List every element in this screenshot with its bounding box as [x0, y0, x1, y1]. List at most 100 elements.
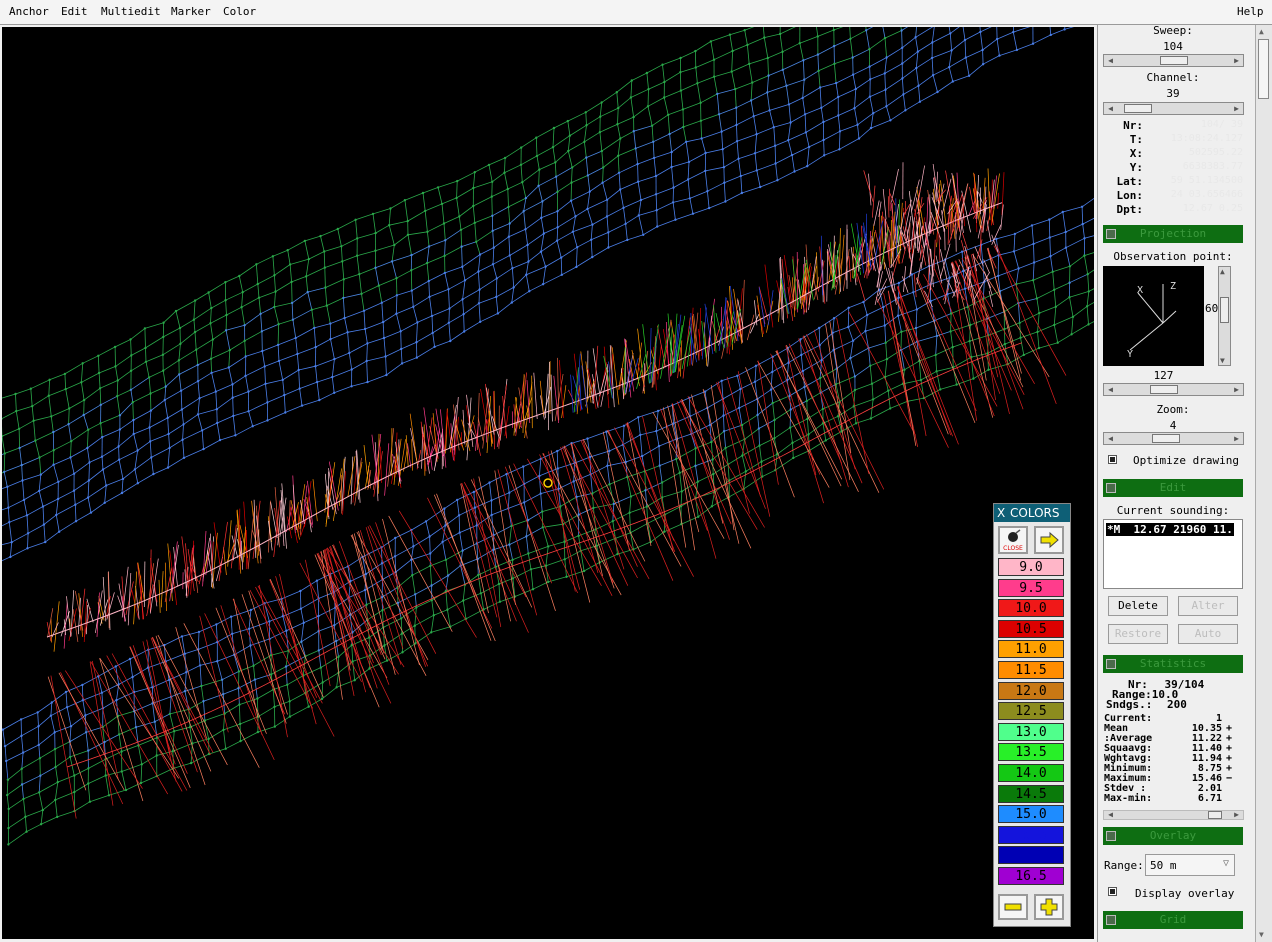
section-toggle-icon[interactable] — [1106, 831, 1116, 841]
color-swatch[interactable]: 14.0 — [998, 764, 1064, 782]
mesh-node — [385, 659, 389, 662]
3d-view-canvas[interactable] — [2, 27, 1094, 939]
color-swatch[interactable]: 10.0 — [998, 599, 1064, 618]
up-arrow-icon[interactable]: ▲ — [1259, 27, 1264, 36]
slider-thumb[interactable] — [1124, 104, 1152, 113]
zoom-label: Zoom: — [1156, 403, 1190, 416]
observation-point-view[interactable]: X Z Y — [1103, 266, 1204, 366]
menu-color[interactable]: Color — [223, 5, 256, 18]
projection-header[interactable]: Projection — [1103, 225, 1243, 243]
overlay-range-select[interactable]: 50 m ▽ — [1145, 854, 1235, 876]
mesh-line — [83, 404, 102, 416]
color-swatch[interactable]: 16.5 — [998, 867, 1064, 885]
slider-thumb[interactable] — [1220, 297, 1229, 323]
azimuth-slider[interactable]: ◀ ▶ — [1103, 383, 1244, 396]
mesh-node — [704, 169, 707, 173]
section-toggle-icon[interactable] — [1106, 915, 1116, 925]
slider-thumb[interactable] — [1150, 385, 1178, 394]
down-arrow-icon[interactable]: ▼ — [1220, 356, 1225, 365]
slider-thumb[interactable] — [1160, 56, 1188, 65]
mesh-line — [530, 565, 547, 570]
sounding-line — [667, 405, 700, 533]
left-arrow-icon[interactable]: ◀ — [1105, 385, 1116, 394]
current-sounding-box[interactable]: *M 12.67 21960 11. — [1103, 519, 1243, 589]
section-toggle-icon[interactable] — [1106, 659, 1116, 669]
left-arrow-icon[interactable]: ◀ — [1105, 811, 1116, 820]
color-swatch[interactable]: 9.5 — [998, 578, 1064, 597]
color-swatch[interactable]: 11.0 — [998, 640, 1064, 659]
right-arrow-icon[interactable]: ▶ — [1231, 104, 1242, 113]
color-swatch[interactable]: 16.0 — [998, 846, 1064, 865]
display-overlay-checkbox[interactable] — [1108, 887, 1117, 896]
sounding-marker-icon[interactable] — [543, 478, 553, 488]
slider-thumb[interactable] — [1152, 434, 1180, 443]
color-swatch[interactable]: 14.5 — [998, 784, 1064, 803]
menu-anchor[interactable]: Anchor — [9, 5, 49, 18]
color-swatch[interactable]: 10.5 — [998, 619, 1064, 638]
up-arrow-icon[interactable]: ▲ — [1220, 267, 1225, 276]
mesh-line — [884, 63, 903, 74]
mesh-node — [753, 380, 757, 383]
color-swatch[interactable]: 15.5 — [998, 825, 1064, 844]
color-swatch[interactable]: 12.5 — [998, 702, 1064, 721]
mesh-line — [679, 472, 683, 492]
next-arrow-button[interactable] — [1034, 526, 1064, 554]
sounding-line — [387, 428, 395, 487]
alter-button[interactable]: Alter — [1178, 596, 1238, 616]
axis-z-label: Z — [1170, 281, 1176, 292]
mesh-line — [948, 50, 952, 68]
colors-titlebar[interactable]: X COLORS — [994, 504, 1070, 522]
statistics-header[interactable]: Statistics — [1103, 655, 1243, 673]
left-arrow-icon[interactable]: ◀ — [1105, 434, 1116, 443]
mesh-line — [1062, 211, 1067, 233]
color-swatch[interactable]: 9.0 — [998, 558, 1064, 576]
overlay-header[interactable]: Overlay — [1103, 827, 1243, 845]
left-arrow-icon[interactable]: ◀ — [1105, 104, 1116, 113]
right-arrow-icon[interactable]: ▶ — [1231, 56, 1242, 65]
zoom-slider[interactable]: ◀ ▶ — [1103, 432, 1244, 445]
optimize-drawing-checkbox[interactable] — [1108, 455, 1117, 464]
plus-button[interactable] — [1034, 894, 1064, 920]
minus-button[interactable] — [998, 894, 1028, 920]
mesh-line — [297, 346, 316, 355]
right-arrow-icon[interactable]: ▶ — [1231, 811, 1242, 820]
menu-help[interactable]: Help — [1237, 5, 1264, 18]
elevation-slider[interactable]: ▲ ▼ — [1218, 266, 1231, 366]
mesh-line — [601, 138, 621, 152]
color-swatch[interactable]: 11.5 — [998, 661, 1064, 679]
color-swatch[interactable]: 13.0 — [998, 722, 1064, 741]
left-arrow-icon[interactable]: ◀ — [1105, 56, 1116, 65]
sounding-line — [798, 338, 863, 484]
statistics-scrollbar[interactable]: ◀ ▶ — [1103, 810, 1244, 820]
mesh-line — [911, 265, 930, 275]
mesh-node — [821, 407, 825, 411]
panel-scrollbar[interactable]: ▲ ▼ — [1255, 25, 1272, 942]
down-arrow-icon[interactable]: ▼ — [1259, 930, 1264, 939]
mesh-node — [789, 408, 792, 411]
menu-marker[interactable]: Marker — [171, 5, 211, 18]
mesh-line — [496, 267, 513, 279]
section-toggle-icon[interactable] — [1106, 229, 1116, 239]
right-arrow-icon[interactable]: ▶ — [1231, 434, 1242, 443]
edit-header[interactable]: Edit — [1103, 479, 1243, 497]
menu-edit[interactable]: Edit — [61, 5, 88, 18]
delete-button[interactable]: Delete — [1108, 596, 1168, 616]
restore-button[interactable]: Restore — [1108, 624, 1168, 644]
slider-thumb[interactable] — [1208, 811, 1222, 819]
auto-button[interactable]: Auto — [1178, 624, 1238, 644]
mesh-node — [231, 383, 234, 386]
color-swatch[interactable]: 15.0 — [998, 805, 1064, 824]
section-toggle-icon[interactable] — [1106, 483, 1116, 493]
channel-slider[interactable]: ◀ ▶ — [1103, 102, 1244, 115]
sweep-slider[interactable]: ◀ ▶ — [1103, 54, 1244, 67]
sounding-line — [862, 222, 872, 270]
color-swatch[interactable]: 13.5 — [998, 743, 1064, 762]
window-close-icon[interactable]: X — [997, 504, 1005, 522]
close-palette-button[interactable]: CLOSE — [998, 526, 1028, 554]
menu-multiedit[interactable]: Multiedit — [101, 5, 161, 18]
grid-header[interactable]: Grid — [1103, 911, 1243, 929]
right-arrow-icon[interactable]: ▶ — [1231, 385, 1242, 394]
color-swatch[interactable]: 12.0 — [998, 681, 1064, 700]
dropdown-icon[interactable]: ▽ — [1223, 858, 1229, 869]
scrollbar-thumb[interactable] — [1258, 39, 1269, 99]
